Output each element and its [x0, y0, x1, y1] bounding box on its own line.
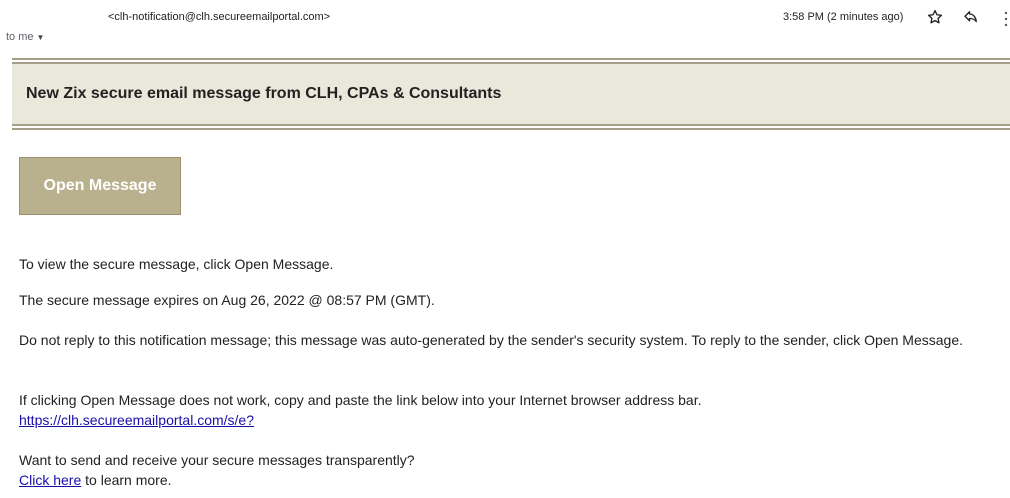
fallback-link-paragraph: If clicking Open Message does not work, … [19, 390, 999, 430]
reply-icon[interactable] [962, 8, 980, 26]
more-vert-icon[interactable] [1002, 10, 1010, 28]
do-not-reply-text: Do not reply to this notification messag… [19, 332, 964, 348]
open-message-button[interactable]: Open Message [19, 157, 181, 215]
learn-more-paragraph: Want to send and receive your secure mes… [19, 450, 999, 490]
divider [12, 124, 1010, 130]
chevron-down-icon: ▼ [36, 32, 45, 42]
learn-more-suffix: to learn more. [81, 472, 172, 488]
banner-title: New Zix secure email message from CLH, C… [12, 64, 1010, 124]
fallback-text: If clicking Open Message does not work, … [19, 392, 702, 408]
star-icon[interactable] [926, 8, 944, 26]
to-me-label: to me [6, 31, 34, 43]
portal-link[interactable]: https://clh.secureemailportal.com/s/e? [19, 412, 254, 428]
recipient-details-toggle[interactable]: to me ▼ [6, 31, 44, 43]
timestamp: 3:58 PM (2 minutes ago) [783, 11, 904, 23]
notification-banner: New Zix secure email message from CLH, C… [12, 58, 1010, 130]
click-here-link[interactable]: Click here [19, 472, 81, 488]
learn-more-text: Want to send and receive your secure mes… [19, 452, 415, 468]
email-header: <clh-notification@clh.secureemailportal.… [0, 0, 1010, 52]
instruction-text: To view the secure message, click Open M… [19, 256, 334, 272]
expiry-text: The secure message expires on Aug 26, 20… [19, 292, 435, 308]
sender-email[interactable]: <clh-notification@clh.secureemailportal.… [108, 11, 330, 23]
